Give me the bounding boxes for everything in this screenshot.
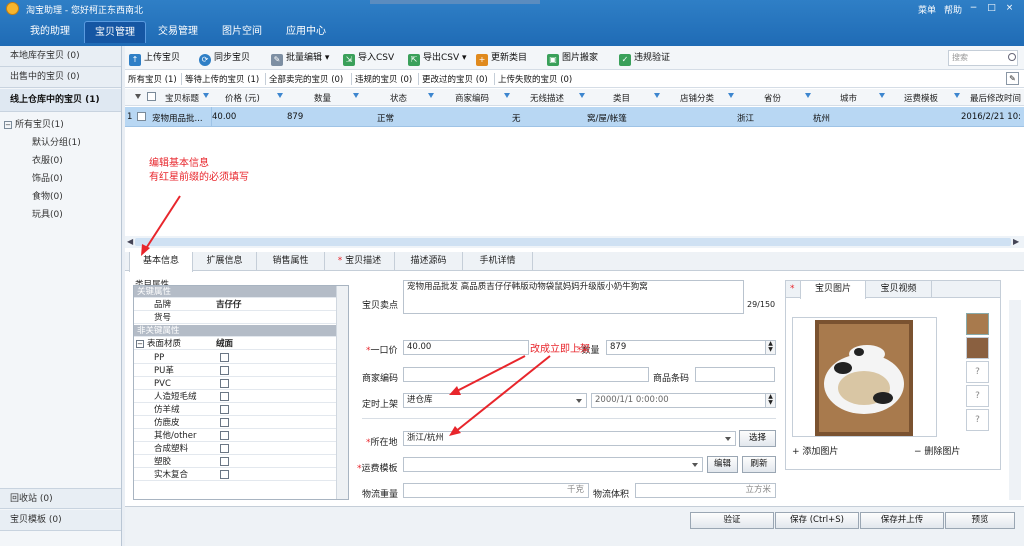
maximize-icon[interactable]: □: [985, 2, 998, 14]
verify-button[interactable]: 验证: [690, 512, 774, 529]
annotation-arrows: [141, 195, 551, 436]
nav-tab-image-space[interactable]: 图片空间: [214, 21, 270, 43]
tree-root[interactable]: − 所有宝贝(1): [4, 117, 64, 130]
close-icon[interactable]: ×: [1003, 2, 1016, 14]
title-bar: 淘宝助理 - 您好柯正东西南北 菜单 帮助 − □ × 我的助理 宝贝管理 交易…: [0, 0, 1024, 46]
tree-item-toys[interactable]: 玩具(0): [32, 207, 63, 220]
sidebar-recycle-bin[interactable]: 回收站 (0): [0, 488, 121, 509]
bottom-action-bar: 验证 保存 (Ctrl+S) 保存并上传 预览: [125, 506, 1024, 546]
preview-button[interactable]: 预览: [945, 512, 1015, 529]
nav-tab-trade-management[interactable]: 交易管理: [150, 21, 206, 43]
save-button[interactable]: 保存 (Ctrl+S): [775, 512, 859, 529]
nav-tab-my-assistant[interactable]: 我的助理: [22, 21, 78, 43]
nav-tab-app-center[interactable]: 应用中心: [278, 21, 334, 43]
nav-tab-product-management[interactable]: 宝贝管理: [84, 21, 146, 43]
tree-root-label: 所有宝贝(1): [15, 120, 64, 130]
sidebar-on-sale[interactable]: 出售中的宝贝 (0): [0, 67, 121, 88]
tree-item-food[interactable]: 食物(0): [32, 189, 63, 202]
tree-collapse-icon[interactable]: −: [4, 121, 12, 129]
app-title: 淘宝助理 - 您好柯正东西南北: [26, 6, 143, 16]
sidebar-local-inventory[interactable]: 本地库存宝贝 (0): [0, 46, 121, 67]
app-logo-icon: [6, 2, 19, 15]
window-thumbnail-strip: [370, 0, 540, 4]
menu-button[interactable]: 菜单: [918, 3, 936, 16]
tree-item-default[interactable]: 默认分组(1): [32, 135, 81, 148]
main-panel: ↑ 上传宝贝 ⟳ 同步宝贝 ✎ 批量编辑 ▾ ⇲ 导入CSV ⇱ 导出CSV ▾ + 更新类…: [125, 46, 1024, 546]
minimize-icon[interactable]: −: [967, 2, 980, 14]
tree-item-clothes[interactable]: 衣服(0): [32, 153, 63, 166]
arrow-line: [454, 355, 526, 393]
arrow-line: [144, 195, 181, 251]
sidebar: 本地库存宝贝 (0) 出售中的宝贝 (0) 线上仓库中的宝贝 (1) − 所有宝贝…: [0, 46, 122, 546]
help-button[interactable]: 帮助: [944, 3, 962, 16]
save-and-upload-button[interactable]: 保存并上传: [860, 512, 944, 529]
tree-item-accessories[interactable]: 饰品(0): [32, 171, 63, 184]
sidebar-templates[interactable]: 宝贝模板 (0): [0, 510, 121, 531]
sidebar-online-warehouse[interactable]: 线上仓库中的宝贝 (1): [0, 89, 121, 112]
